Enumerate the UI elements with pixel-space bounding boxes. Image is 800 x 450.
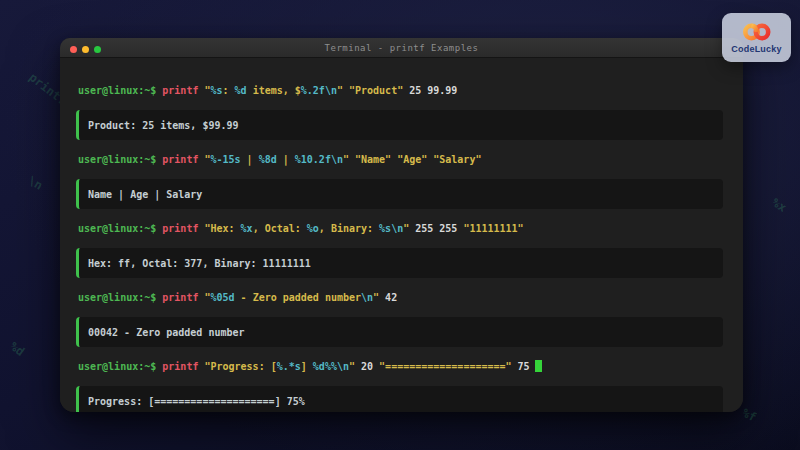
command-segment: user@linux:~$: [78, 361, 162, 372]
command-segment: %s: [210, 85, 222, 96]
command-segment: \n: [361, 292, 373, 303]
command-output: Product: 25 items, $99.99: [76, 110, 723, 140]
command-segment: %.*s: [277, 361, 301, 372]
command-output: Name | Age | Salary: [76, 179, 723, 209]
command-segment: 75: [512, 361, 530, 372]
command-segment: "Hex:: [204, 223, 240, 234]
command-segment: ": [373, 292, 385, 303]
command-line: user@linux:~$ printf " %05d - Zero padded…: [78, 291, 723, 304]
command-output: Hex: ff, Octal: 377, Binary: 11111111: [76, 248, 723, 278]
window-title: Terminal - printf Examples: [60, 43, 743, 53]
command-segment: %s: [379, 223, 391, 234]
command-segment: 42: [385, 292, 397, 303]
output-text: Hex: ff, Octal: 377, Binary: 11111111: [88, 258, 311, 269]
command-segment: %x: [241, 223, 253, 234]
command-line: user@linux:~$ printf "Hex: %x, Octal: %o…: [78, 222, 723, 235]
command-output: 00042 - Zero padded number: [76, 317, 723, 347]
command-segment: \n: [331, 154, 343, 165]
command-segment: " "Name" "Age" "Salary": [343, 154, 481, 165]
command-segment: user@linux:~$: [78, 223, 162, 234]
command-segment: 20: [361, 361, 379, 372]
command-segment: , Octal:: [253, 223, 307, 234]
command-segment: ": [349, 361, 361, 372]
command-segment: user@linux:~$: [78, 85, 162, 96]
command-segment: |: [277, 154, 295, 165]
command-segment: ": [403, 223, 415, 234]
command-segment: printf: [162, 154, 204, 165]
terminal-window: Terminal - printf Examples user@linux:~$…: [60, 38, 743, 412]
command-segment: |: [241, 154, 259, 165]
command-segment: %05d: [210, 292, 234, 303]
codelucky-logo: [739, 22, 775, 42]
command-segment: - Zero padded number: [235, 292, 361, 303]
codelucky-label: CodeLucky: [731, 44, 781, 54]
command-segment: \n: [337, 361, 349, 372]
command-segment: \n: [391, 223, 403, 234]
output-text: Progress: [====================] 75%: [88, 396, 305, 407]
command-line: user@linux:~$ printf "Progress: [%.*s] %…: [78, 360, 723, 373]
watermark-text: %d: [7, 339, 27, 359]
command-output: Progress: [====================] 75%: [76, 386, 723, 412]
terminal-cursor: [535, 360, 542, 372]
command-segment: ]: [301, 361, 313, 372]
command-segment: 255 255: [415, 223, 463, 234]
command-segment: "====================": [379, 361, 511, 372]
command-segment: %d%%: [313, 361, 337, 372]
command-segment: user@linux:~$: [78, 292, 162, 303]
command-segment: items, $: [247, 85, 301, 96]
watermark-text: %x: [769, 195, 789, 215]
command-line: user@linux:~$ printf "%-15s | %8d | %10.…: [78, 153, 723, 166]
command-segment: %o: [307, 223, 319, 234]
command-segment: printf: [162, 85, 204, 96]
watermark-text: \n: [25, 173, 45, 192]
command-segment: %10.2f: [295, 154, 331, 165]
output-text: 00042 - Zero padded number: [88, 327, 245, 338]
command-segment: printf: [162, 223, 204, 234]
command-segment: "Progress: [: [204, 361, 276, 372]
command-segment: \n: [325, 85, 337, 96]
command-segment: " "Product": [337, 85, 409, 96]
terminal-body[interactable]: user@linux:~$ printf " %s: %d items, $%.2…: [60, 58, 743, 412]
output-text: Name | Age | Salary: [88, 189, 202, 200]
output-text: Product: 25 items, $99.99: [88, 120, 239, 131]
command-segment: :: [223, 85, 235, 96]
desktop-background: printf \n %d %x %f Terminal - printf Example…: [0, 0, 800, 450]
command-segment: %-15s: [210, 154, 240, 165]
command-segment: "11111111": [463, 223, 523, 234]
command-segment: , Binary:: [319, 223, 379, 234]
command-segment: %d: [235, 85, 247, 96]
command-segment: printf: [162, 292, 204, 303]
command-line: user@linux:~$ printf "%s: %d items, $%.2…: [78, 84, 723, 97]
command-segment: %8d: [259, 154, 277, 165]
command-segment: %.2f: [301, 85, 325, 96]
codelucky-badge: CodeLucky: [722, 13, 791, 62]
command-segment: user@linux:~$: [78, 154, 162, 165]
command-segment: 25 99.99: [409, 85, 457, 96]
watermark-text: %f: [740, 405, 759, 424]
command-segment: printf: [162, 361, 204, 372]
terminal-titlebar[interactable]: Terminal - printf Examples: [60, 38, 743, 58]
